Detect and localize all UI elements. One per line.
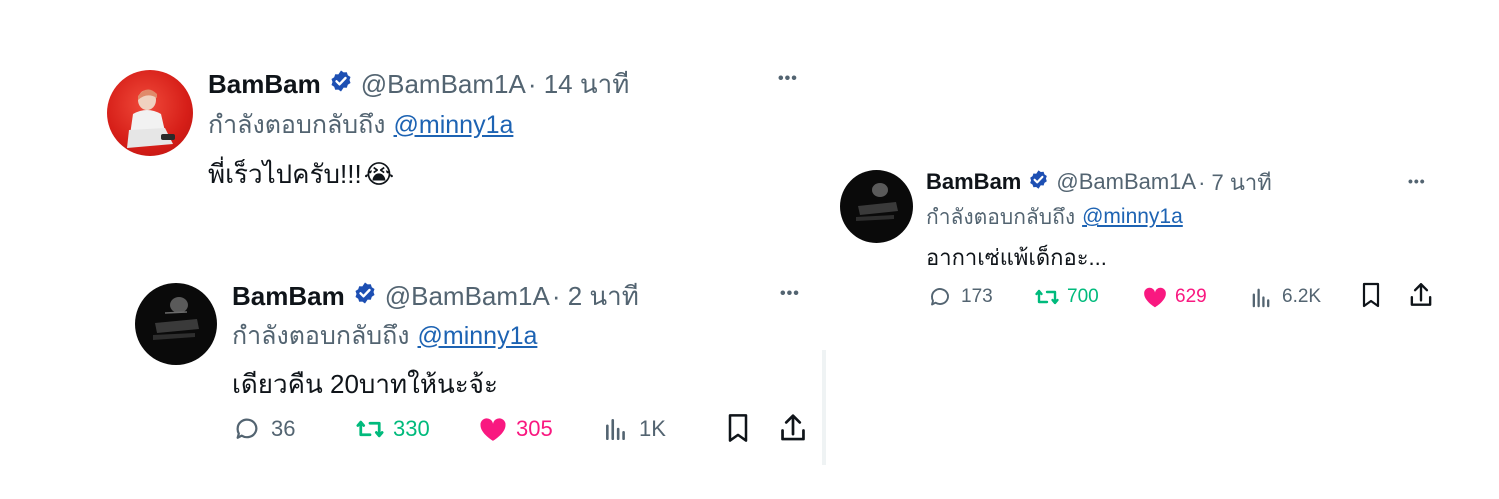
reply-count: 36 [271, 416, 296, 441]
reply-mention[interactable]: @minny1a [394, 111, 514, 140]
tweet-3[interactable]: BamBam @BamBam1A · 7 นาที ••• กำลังตอบกล… [830, 150, 1450, 340]
crying-emoji: 😭 [363, 158, 395, 189]
retweet-icon [355, 415, 385, 443]
views-icon [1250, 286, 1273, 309]
reply-context: กำลังตอบกลับถึง @minny1a [926, 202, 1183, 232]
display-name[interactable]: BamBam [232, 281, 345, 312]
column-divider [822, 350, 826, 465]
timestamp[interactable]: · 2 นาที [552, 276, 639, 317]
avatar-figure [127, 89, 175, 148]
retweet-button[interactable]: 330 [355, 414, 430, 444]
verified-badge-icon [1028, 169, 1049, 196]
reply-mention[interactable]: @minny1a [418, 322, 538, 351]
views-button[interactable]: 1K [603, 414, 666, 444]
retweet-button[interactable]: 700 [1034, 283, 1099, 311]
reply-mention[interactable]: @minny1a [1082, 205, 1183, 229]
reply-prefix: กำลังตอบกลับถึง [208, 111, 386, 139]
reply-button[interactable]: 36 [233, 414, 295, 444]
like-count: 629 [1175, 286, 1207, 307]
tweet-body: พี่เร็วไปครับ!!! [208, 158, 362, 189]
reply-prefix: กำลังตอบกลับถึง [232, 322, 410, 350]
handle[interactable]: @BamBam1A [1056, 169, 1196, 195]
bookmark-icon [1359, 281, 1383, 309]
like-icon [1142, 285, 1168, 309]
retweet-icon [1034, 285, 1060, 309]
reply-prefix: กำลังตอบกลับถึง [926, 205, 1076, 229]
handle[interactable]: @BamBam1A [361, 69, 526, 100]
more-icon[interactable]: ••• [780, 285, 800, 303]
reply-icon [928, 285, 952, 309]
avatar[interactable] [135, 283, 217, 365]
share-icon [1408, 281, 1434, 309]
display-name[interactable]: BamBam [926, 169, 1021, 195]
tweet-header: BamBam @BamBam1A · 7 นาที [926, 167, 1272, 197]
avatar[interactable] [107, 70, 193, 156]
share-button[interactable] [1408, 281, 1434, 309]
tweet-text: อากาเซ่แพ้เด็กอะ... [926, 242, 1107, 272]
share-icon [778, 412, 808, 444]
display-name[interactable]: BamBam [208, 69, 321, 100]
avatar-figure [153, 297, 199, 340]
tweet-body: เดียวคืน 20บาทให้นะจ้ะ [232, 368, 498, 399]
views-button[interactable]: 6.2K [1250, 283, 1321, 311]
like-button[interactable]: 629 [1142, 283, 1207, 311]
verified-badge-icon [353, 281, 377, 312]
share-button[interactable] [778, 412, 808, 444]
bookmark-button[interactable] [1359, 281, 1383, 309]
reply-button[interactable]: 173 [928, 283, 993, 311]
retweet-count: 700 [1067, 286, 1099, 307]
avatar-figure [856, 183, 898, 221]
more-icon[interactable]: ••• [778, 70, 798, 88]
tweet-text: พี่เร็วไปครับ!!! 😭 [208, 156, 394, 192]
more-icon[interactable]: ••• [1408, 173, 1426, 189]
reply-count: 173 [961, 286, 993, 307]
tweet-header: BamBam @BamBam1A · 14 นาที [208, 66, 629, 102]
bookmark-icon [724, 412, 752, 444]
reply-context: กำลังตอบกลับถึง @minny1a [232, 319, 537, 353]
reply-icon [233, 415, 261, 443]
bookmark-button[interactable] [724, 412, 752, 444]
like-count: 305 [516, 416, 553, 441]
reply-context: กำลังตอบกลับถึง @minny1a [208, 108, 513, 142]
tweet-body: อากาเซ่แพ้เด็กอะ... [926, 244, 1107, 270]
like-button[interactable]: 305 [478, 414, 553, 444]
views-icon [603, 416, 629, 442]
timestamp[interactable]: · 14 นาที [528, 64, 630, 105]
timestamp[interactable]: · 7 นาที [1198, 165, 1272, 200]
handle[interactable]: @BamBam1A [385, 281, 550, 312]
view-count: 1K [639, 416, 666, 441]
retweet-count: 330 [393, 416, 430, 441]
tweet-1[interactable]: BamBam @BamBam1A · 14 นาที ••• กำลังตอบก… [0, 0, 830, 230]
tweet-header: BamBam @BamBam1A · 2 นาที [232, 278, 639, 314]
tweet-2[interactable]: BamBam @BamBam1A · 2 นาที ••• กำลังตอบกล… [0, 230, 830, 470]
like-icon [478, 415, 508, 443]
avatar[interactable] [840, 170, 913, 243]
tweet-text: เดียวคืน 20บาทให้นะจ้ะ [232, 366, 498, 402]
verified-badge-icon [329, 69, 353, 100]
view-count: 6.2K [1282, 286, 1322, 307]
